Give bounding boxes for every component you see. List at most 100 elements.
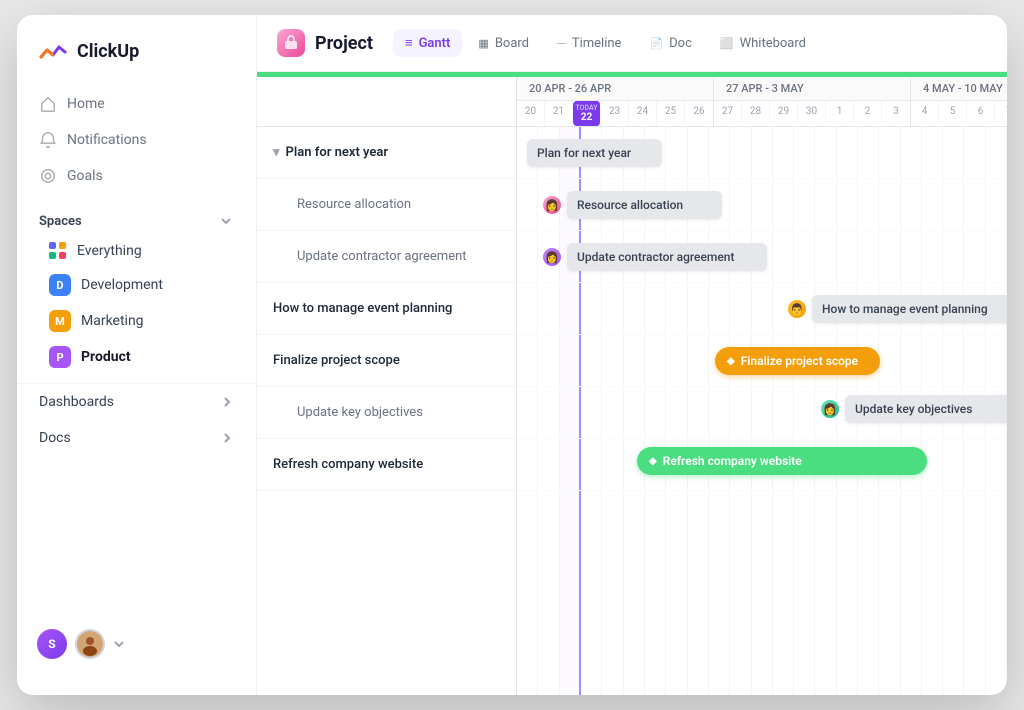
sidebar-item-home[interactable]: Home — [27, 87, 246, 121]
whiteboard-icon: ⬜ — [720, 37, 734, 50]
date-group-3-label: 4 MAY - 10 MAY — [911, 77, 1007, 101]
date-cell: 27 — [714, 101, 742, 122]
bar-7-label: Refresh company website — [663, 454, 802, 468]
dropdown-icon[interactable] — [113, 638, 125, 650]
doc-icon: 📄 — [649, 37, 663, 50]
app-container: ClickUp Home Notifications Goals — [17, 15, 1007, 695]
tab-gantt-label: Gantt — [419, 36, 451, 51]
chevron-down-icon — [218, 213, 234, 229]
date-group-3-cells: 4 5 6 7 8 9 10 11 12 — [911, 101, 1007, 122]
sidebar-item-dashboards[interactable]: Dashboards — [17, 383, 256, 420]
sidebar-home-label: Home — [67, 96, 105, 112]
bar-2-avatar: 👩 — [541, 194, 563, 216]
tab-timeline[interactable]: ⏤ Timeline — [545, 30, 633, 57]
date-cell: 30 — [798, 101, 826, 122]
label-row-6: Update key objectives — [257, 387, 516, 439]
avatar-user1: S — [37, 629, 67, 659]
prd-badge: P — [49, 346, 71, 368]
dashboards-label: Dashboards — [39, 394, 114, 410]
sidebar-item-goals[interactable]: Goals — [27, 159, 246, 193]
docs-label: Docs — [39, 430, 71, 446]
date-groups-row: 20 APR - 26 APR 20 21 TODAY 22 23 24 — [517, 77, 1007, 126]
tab-doc[interactable]: 📄 Doc — [637, 30, 703, 57]
gantt-area: 20 APR - 26 APR 20 21 TODAY 22 23 24 — [257, 72, 1007, 695]
spaces-list: Everything D Development M Marketing P P… — [17, 235, 256, 375]
bar-4-avatar: 👨 — [786, 298, 808, 320]
date-group-1-label: 20 APR - 26 APR — [517, 77, 713, 101]
sidebar-item-everything[interactable]: Everything — [27, 235, 246, 267]
bar-1-label: Plan for next year — [537, 146, 631, 160]
date-cell: 20 — [517, 101, 545, 126]
tab-board[interactable]: ▦ Board — [466, 30, 541, 57]
date-cell: 4 — [911, 101, 939, 122]
bar-4-label: How to manage event planning — [822, 302, 988, 316]
bar-3-label: Update contractor agreement — [577, 250, 734, 264]
date-cell: 23 — [601, 101, 629, 126]
tab-timeline-label: Timeline — [572, 36, 622, 51]
app-name: ClickUp — [77, 41, 139, 62]
label-header-spacer — [257, 77, 517, 126]
timeline-icon: ⏤ — [557, 36, 566, 50]
date-group-1-cells: 20 21 TODAY 22 23 24 25 26 — [517, 101, 713, 126]
progress-bar — [257, 72, 1007, 77]
avatar-user2 — [75, 629, 105, 659]
gantt-bar-2[interactable]: 👩 Resource allocation — [567, 191, 722, 219]
dev-badge: D — [49, 274, 71, 296]
sidebar-item-docs[interactable]: Docs — [17, 420, 256, 456]
task-label-4: How to manage event planning — [273, 301, 452, 316]
date-cell-today: TODAY 22 — [573, 101, 601, 126]
date-group-2-cells: 27 28 29 30 1 2 3 — [714, 101, 910, 122]
gantt-bar-7[interactable]: ◆ Refresh company website — [637, 447, 927, 475]
sidebar-item-marketing[interactable]: M Marketing — [27, 303, 246, 339]
label-row-5: Finalize project scope — [257, 335, 516, 387]
task-label-2: Resource allocation — [297, 197, 411, 212]
bar-2-label: Resource allocation — [577, 198, 683, 212]
logo: ClickUp — [17, 35, 256, 87]
sidebar-nav: Home Notifications Goals — [17, 87, 256, 193]
sidebar: ClickUp Home Notifications Goals — [17, 15, 257, 695]
product-label: Product — [81, 349, 131, 365]
sidebar-notifications-label: Notifications — [67, 132, 147, 148]
date-group-2-label: 27 APR - 3 MAY — [714, 77, 910, 101]
gantt-labels: ▾ Plan for next year Resource allocation… — [257, 127, 517, 695]
bell-icon — [39, 131, 57, 149]
task-label-3: Update contractor agreement — [297, 249, 467, 264]
chevron-row1: ▾ — [273, 145, 280, 160]
target-icon — [39, 167, 57, 185]
sidebar-item-product[interactable]: P Product — [27, 339, 246, 375]
gantt-bar-6[interactable]: 👩 Update key objectives — [845, 395, 1007, 423]
date-header: 20 APR - 26 APR 20 21 TODAY 22 23 24 — [257, 77, 1007, 127]
date-cell: 26 — [685, 101, 713, 126]
date-cell: 3 — [882, 101, 910, 122]
mkt-badge: M — [49, 310, 71, 332]
gantt-bar-5[interactable]: ◆ Finalize project scope — [715, 347, 880, 375]
gantt-bar-1[interactable]: Plan for next year — [527, 139, 662, 167]
date-cell: 7 — [995, 101, 1007, 122]
date-cell: 24 — [629, 101, 657, 126]
home-icon — [39, 95, 57, 113]
tab-board-label: Board — [495, 36, 529, 51]
gantt-bar-4[interactable]: 👨 How to manage event planning — [812, 295, 1007, 323]
gantt-bar-3[interactable]: 👩 Update contractor agreement — [567, 243, 767, 271]
sidebar-item-notifications[interactable]: Notifications — [27, 123, 246, 157]
gantt-body: ▾ Plan for next year Resource allocation… — [257, 127, 1007, 695]
tab-whiteboard[interactable]: ⬜ Whiteboard — [708, 30, 818, 57]
date-groups-container: 20 APR - 26 APR 20 21 TODAY 22 23 24 — [517, 77, 1007, 126]
date-group-1: 20 APR - 26 APR 20 21 TODAY 22 23 24 — [517, 77, 714, 126]
diamond-icon: ◆ — [727, 356, 735, 367]
label-row-4: How to manage event planning — [257, 283, 516, 335]
task-label-1: Plan for next year — [286, 145, 389, 160]
sidebar-item-development[interactable]: D Development — [27, 267, 246, 303]
date-cell: 28 — [742, 101, 770, 122]
task-label-7: Refresh company website — [273, 457, 423, 472]
diamond-green-icon: ◆ — [649, 456, 657, 467]
spaces-label: Spaces — [39, 214, 82, 229]
label-row-2: Resource allocation — [257, 179, 516, 231]
date-cell: 5 — [939, 101, 967, 122]
everything-label: Everything — [77, 243, 142, 259]
tab-gantt[interactable]: ≡ Gantt — [393, 29, 462, 57]
date-cell: 21 — [545, 101, 573, 126]
label-row-7: Refresh company website — [257, 439, 516, 491]
topbar: Project ≡ Gantt ▦ Board ⏤ Timeline 📄 Doc — [257, 15, 1007, 72]
tab-doc-label: Doc — [669, 36, 692, 51]
